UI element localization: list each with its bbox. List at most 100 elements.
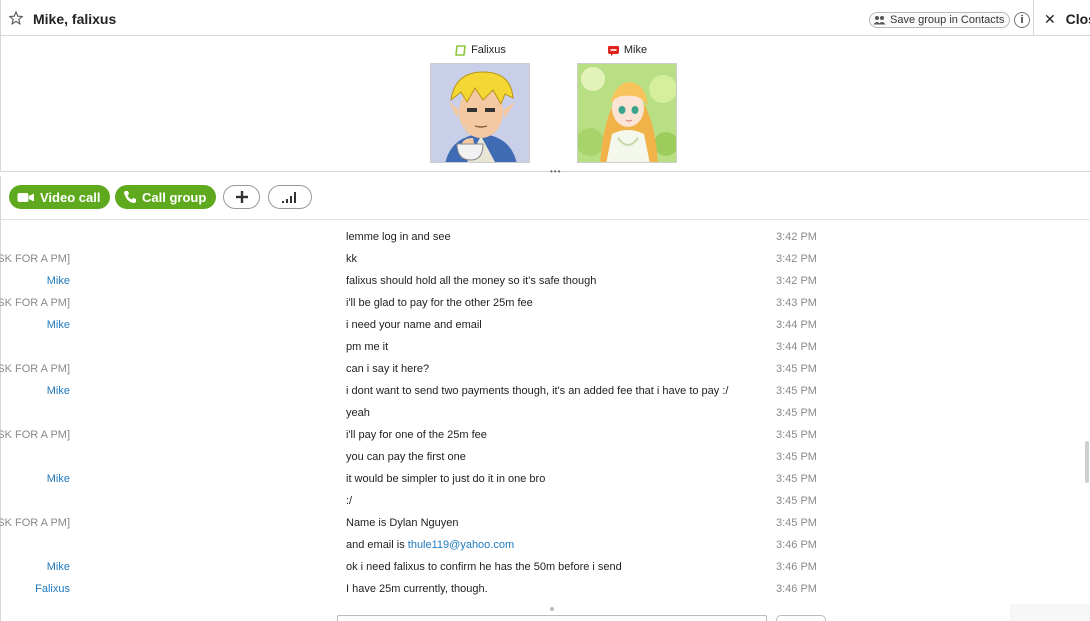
message-sender[interactable]: Mike bbox=[47, 275, 70, 287]
message-row: Thu Le [ASK FOR A PM] i'll be glad to pa… bbox=[0, 292, 831, 314]
contacts-icon bbox=[873, 16, 886, 25]
message-text: i dont want to send two payments though,… bbox=[346, 385, 729, 397]
message-sender[interactable]: Thu Le [ASK FOR A PM] bbox=[0, 429, 70, 441]
message-row: lemme log in and see 3:42 PM bbox=[1, 226, 831, 248]
close-button[interactable]: ✕ Close bbox=[1033, 0, 1090, 36]
message-row: yeah 3:45 PM bbox=[1, 402, 831, 424]
message-text: falixus should hold all the money so it'… bbox=[346, 275, 597, 287]
message-text: can i say it here? bbox=[346, 363, 430, 375]
message-text: ok i need falixus to confirm he has the … bbox=[346, 561, 622, 573]
plus-icon bbox=[235, 191, 248, 203]
panel-edge bbox=[1010, 604, 1090, 621]
message-time: 3:45 PM bbox=[776, 363, 817, 375]
message-row: pm me it 3:44 PM bbox=[1, 336, 831, 358]
message-row: Mike ok i need falixus to confirm he has… bbox=[1, 556, 831, 578]
message-time: 3:44 PM bbox=[776, 341, 817, 353]
message-text: i'll be glad to pay for the other 25m fe… bbox=[346, 297, 533, 309]
message-text: pm me it bbox=[346, 341, 389, 353]
message-sender[interactable]: Mike bbox=[47, 473, 70, 485]
message-time: 3:42 PM bbox=[776, 231, 817, 243]
message-row: Mike i need your name and email 3:44 PM bbox=[1, 314, 831, 336]
star-icon[interactable] bbox=[9, 11, 23, 25]
message-text: kk bbox=[346, 253, 357, 265]
message-sender[interactable]: Mike bbox=[47, 385, 70, 397]
message-time: 3:45 PM bbox=[776, 407, 817, 419]
status-online-icon bbox=[455, 44, 466, 56]
message-text: I have 25m currently, though. bbox=[346, 583, 488, 595]
avatar bbox=[577, 63, 677, 163]
save-group-button[interactable]: Save group in Contacts bbox=[869, 12, 1011, 28]
message-sender[interactable]: Thu Le [ASK FOR A PM] bbox=[0, 297, 70, 309]
status-busy-icon bbox=[607, 45, 619, 56]
message-time: 3:45 PM bbox=[776, 429, 817, 441]
message-row: Mike it would be simpler to just do it i… bbox=[1, 468, 831, 490]
message-text: i need your name and email bbox=[346, 319, 482, 331]
message-sender[interactable]: Falixus bbox=[35, 583, 70, 595]
participants-panel: Falixus Mike bbox=[0, 36, 1090, 172]
message-text: i'll pay for one of the 25m fee bbox=[346, 429, 487, 441]
save-group-label: Save group in Contacts bbox=[890, 14, 1005, 26]
message-row: Falixus I have 25m currently, though. 3:… bbox=[1, 578, 831, 600]
call-group-label: Call group bbox=[142, 189, 207, 205]
message-row: Thu Le [ASK FOR A PM] kk 3:42 PM bbox=[0, 248, 831, 270]
message-time: 3:45 PM bbox=[776, 473, 817, 485]
message-sender[interactable]: Mike bbox=[47, 319, 70, 331]
message-time: 3:46 PM bbox=[776, 561, 817, 573]
message-history[interactable]: lemme log in and see 3:42 PM Thu Le [ASK… bbox=[0, 220, 1090, 621]
message-time: 3:44 PM bbox=[776, 319, 817, 331]
call-quality-button[interactable] bbox=[268, 185, 312, 209]
conversation-title: Mike, falixus bbox=[33, 11, 117, 27]
email-link[interactable]: thule119@yahoo.com bbox=[408, 539, 514, 551]
message-time: 3:42 PM bbox=[776, 253, 817, 265]
info-icon[interactable]: i bbox=[1014, 12, 1030, 28]
call-group-button[interactable]: Call group bbox=[115, 185, 217, 209]
message-sender[interactable]: Mike bbox=[47, 561, 70, 573]
message-text: lemme log in and see bbox=[346, 231, 451, 243]
message-row: Thu Le [ASK FOR A PM] can i say it here?… bbox=[0, 358, 831, 380]
message-row: Thu Le [ASK FOR A PM] i'll pay for one o… bbox=[0, 424, 831, 446]
message-text: you can pay the first one bbox=[346, 451, 466, 463]
signal-icon bbox=[282, 192, 296, 203]
resize-grip-bottom[interactable] bbox=[550, 607, 554, 611]
message-time: 3:45 PM bbox=[776, 495, 817, 507]
video-call-label: Video call bbox=[40, 189, 101, 205]
resize-grip[interactable]: ••• bbox=[550, 168, 562, 176]
message-time: 3:43 PM bbox=[776, 297, 817, 309]
close-icon: ✕ bbox=[1044, 11, 1056, 27]
message-sender[interactable]: Thu Le [ASK FOR A PM] bbox=[0, 363, 70, 375]
message-row: you can pay the first one 3:45 PM bbox=[1, 446, 831, 468]
conversation-header: Mike, falixus Save group in Contacts i ✕… bbox=[0, 0, 1090, 36]
message-text: it would be simpler to just do it in one… bbox=[346, 473, 546, 485]
add-participant-button[interactable] bbox=[223, 185, 260, 209]
video-camera-icon bbox=[17, 192, 34, 202]
message-row: Mike i dont want to send two payments th… bbox=[1, 380, 831, 402]
send-button[interactable] bbox=[776, 615, 826, 621]
phone-icon bbox=[124, 191, 136, 203]
message-text-prefix: and email is bbox=[346, 539, 408, 551]
message-row: :/ 3:45 PM bbox=[1, 490, 831, 512]
scrollbar-thumb[interactable] bbox=[1085, 441, 1089, 483]
message-text: yeah bbox=[346, 407, 370, 419]
message-sender[interactable]: Thu Le [ASK FOR A PM] bbox=[0, 253, 70, 265]
message-text: :/ bbox=[346, 495, 353, 507]
message-row: Thu Le [ASK FOR A PM] Name is Dylan Nguy… bbox=[0, 512, 831, 534]
video-call-button[interactable]: Video call bbox=[9, 185, 111, 209]
message-row: and email is thule119@yahoo.com 3:46 PM bbox=[1, 534, 831, 556]
message-sender[interactable]: Thu Le [ASK FOR A PM] bbox=[0, 517, 70, 529]
message-row: Mike falixus should hold all the money s… bbox=[1, 270, 831, 292]
message-time: 3:45 PM bbox=[776, 385, 817, 397]
message-time: 3:45 PM bbox=[776, 517, 817, 529]
participant-mike[interactable]: Mike bbox=[577, 42, 677, 163]
participant-name: Mike bbox=[623, 44, 648, 56]
message-time: 3:46 PM bbox=[776, 583, 817, 595]
avatar bbox=[430, 63, 530, 163]
participant-falixus[interactable]: Falixus bbox=[430, 42, 530, 163]
message-text: Name is Dylan Nguyen bbox=[346, 517, 459, 529]
message-time: 3:42 PM bbox=[776, 275, 817, 287]
message-time: 3:46 PM bbox=[776, 539, 817, 551]
message-text: and email is thule119@yahoo.com bbox=[346, 539, 514, 551]
close-label: Close bbox=[1065, 11, 1090, 27]
message-input[interactable] bbox=[337, 615, 767, 621]
participant-name: Falixus bbox=[471, 44, 506, 56]
call-toolbar: Video call Call group bbox=[0, 176, 1090, 220]
